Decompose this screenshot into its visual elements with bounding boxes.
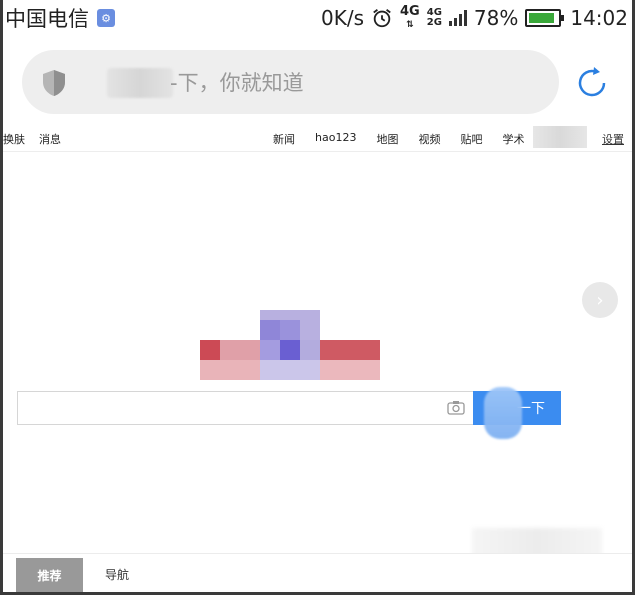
chevron-right-icon[interactable]: › (582, 282, 618, 318)
nav-video-link[interactable]: 视频 (418, 131, 440, 147)
battery-icon (525, 9, 565, 27)
nav-academic-link[interactable]: 学术 (502, 131, 524, 147)
network-speed: 0K/s (321, 6, 365, 30)
tab-recommend-label: 推荐 (37, 568, 62, 583)
carrier-name: 中国电信 (5, 7, 89, 31)
network-type-stack: 4G 2G (427, 8, 442, 28)
search-button-blurred-text (484, 387, 522, 439)
top-nav-right: 新闻 hao123 地图 视频 贴吧 学术 (273, 131, 524, 147)
nav-map-link[interactable]: 地图 (376, 131, 398, 147)
alarm-icon (373, 9, 391, 28)
site-logo (200, 310, 380, 380)
status-indicators: 0K/s 4G ⇅ 4G 2G 78% 14:02 (321, 0, 628, 36)
battery-percent: 78% (473, 6, 519, 30)
tab-recommend[interactable]: 推荐 (16, 558, 83, 592)
signal-bars-icon (448, 10, 467, 26)
nav-tieba-link[interactable]: 贴吧 (460, 131, 482, 147)
network-4g-label: 4G ⇅ (400, 3, 420, 31)
nav-blurred-item (533, 126, 587, 148)
app-notification-icon: ⚙ (97, 9, 115, 27)
refresh-icon[interactable] (574, 65, 610, 101)
top-nav: 换肤 消息 新闻 hao123 地图 视频 贴吧 学术 设置 (3, 124, 632, 152)
network-type-bottom: 2G (426, 17, 442, 28)
address-bar[interactable]: -下，你就知道 (22, 50, 559, 114)
nav-news-link[interactable]: 新闻 (273, 131, 295, 147)
tab-navigation[interactable]: 导航 (105, 566, 129, 583)
nav-settings-link[interactable]: 设置 (602, 131, 624, 147)
status-bar: 中国电信 ⚙ 0K/s 4G ⇅ 4G 2G 78% 14:02 (3, 0, 632, 36)
top-nav-left: 换肤 消息 (3, 131, 61, 147)
nav-skin-link[interactable]: 换肤 (3, 131, 25, 147)
nav-hao123-link[interactable]: hao123 (315, 131, 356, 147)
shield-icon (43, 70, 65, 96)
battery-level-fill (529, 13, 555, 23)
nav-messages-link[interactable]: 消息 (39, 131, 61, 147)
bottom-tab-bar: 推荐 导航 (3, 553, 632, 592)
camera-icon[interactable] (447, 400, 465, 415)
clock: 14:02 (570, 6, 628, 30)
address-placeholder: -下，你就知道 (170, 71, 304, 95)
address-blurred-text (107, 68, 173, 98)
network-4g-text: 4G (400, 3, 420, 19)
search-input[interactable] (17, 391, 473, 425)
data-arrows-icon: ⇅ (406, 19, 414, 30)
